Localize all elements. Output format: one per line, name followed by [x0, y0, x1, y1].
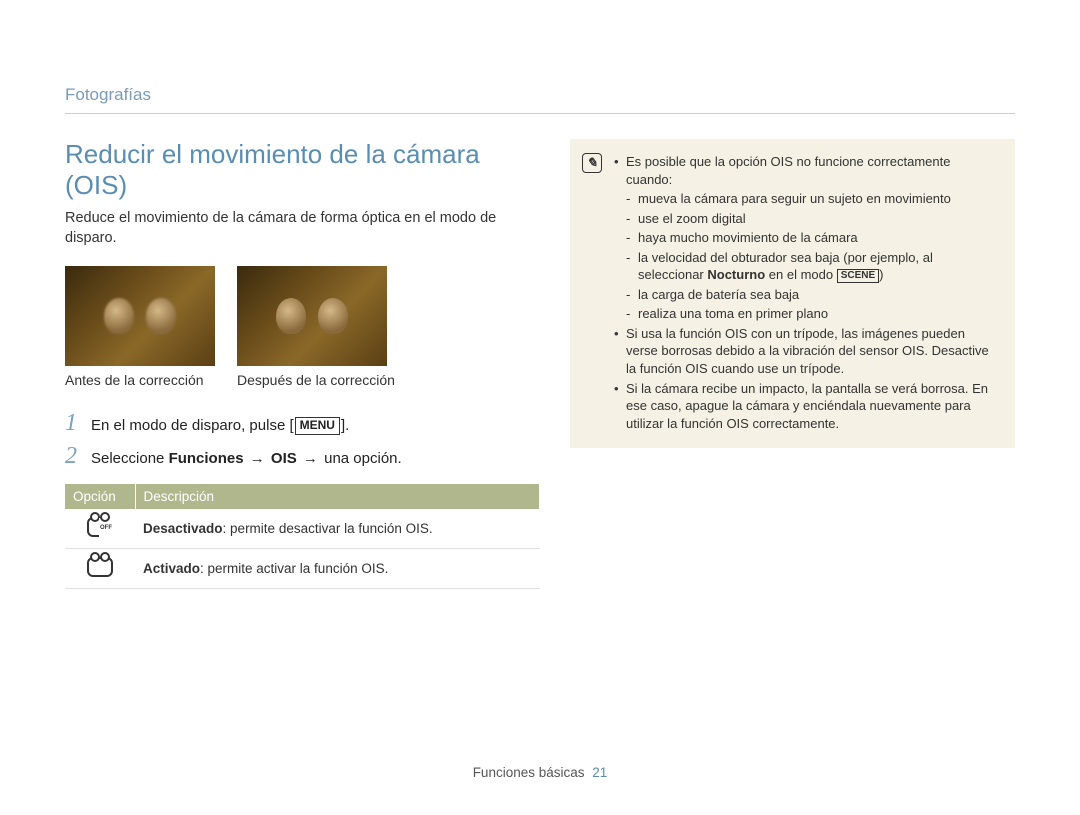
after-correction-image [237, 266, 387, 366]
sample-images-row: Antes de la corrección Después de la cor… [65, 266, 540, 388]
page-footer: Funciones básicas 21 [0, 765, 1080, 780]
th-option: Opción [65, 484, 135, 509]
sample-before: Antes de la corrección [65, 266, 215, 388]
before-label: Antes de la corrección [65, 372, 215, 388]
note-item: Si la cámara recibe un impacto, la panta… [614, 380, 999, 433]
note-subitem: haya mucho movimiento de la cámara [626, 229, 999, 247]
note-icon: ✎ [582, 153, 602, 173]
content-columns: Reducir el movimiento de la cámara (OIS)… [65, 139, 1015, 589]
step-number: 2 [65, 443, 81, 470]
menu-button-label: MENU [295, 417, 340, 435]
page-content: Fotografías Reducir el movimiento de la … [0, 0, 1080, 815]
ois-off-icon [87, 517, 113, 537]
ois-on-icon [87, 557, 113, 577]
after-label: Después de la corrección [237, 372, 395, 388]
note-subitem: la carga de batería sea baja [626, 286, 999, 304]
intro-text: Reduce el movimiento de la cámara de for… [65, 209, 540, 248]
note-subitem: use el zoom digital [626, 210, 999, 228]
right-column: ✎ Es posible que la opción OIS no funcio… [570, 139, 1015, 589]
step-number: 1 [65, 410, 81, 437]
note-item: Si usa la función OIS con un trípode, la… [614, 325, 999, 378]
desc-cell: Activado: permite activar la función OIS… [135, 549, 540, 589]
note-subitem: realiza una toma en primer plano [626, 305, 999, 323]
breadcrumb: Fotografías [65, 85, 1015, 114]
steps-list: 1 En el modo de disparo, pulse [MENU]. 2… [65, 410, 540, 470]
step-text: En el modo de disparo, pulse [MENU]. [91, 415, 349, 436]
step-2: 2 Seleccione Funciones → OIS → una opció… [65, 443, 540, 470]
options-table: Opción Descripción Desactivado: permite … [65, 484, 540, 589]
page-title: Reducir el movimiento de la cámara (OIS) [65, 139, 540, 201]
sample-after: Después de la corrección [237, 266, 395, 388]
th-description: Descripción [135, 484, 540, 509]
desc-cell: Desactivado: permite desactivar la funci… [135, 509, 540, 549]
left-column: Reducir el movimiento de la cámara (OIS)… [65, 139, 540, 589]
note-subitem: mueva la cámara para seguir un sujeto en… [626, 190, 999, 208]
scene-mode-label: SCENE [837, 269, 879, 283]
table-row: Activado: permite activar la función OIS… [65, 549, 540, 589]
table-row: Desactivado: permite desactivar la funci… [65, 509, 540, 549]
before-correction-image [65, 266, 215, 366]
note-box: ✎ Es posible que la opción OIS no funcio… [570, 139, 1015, 448]
note-item: Es posible que la opción OIS no funcione… [614, 153, 999, 323]
step-1: 1 En el modo de disparo, pulse [MENU]. [65, 410, 540, 437]
note-list: Es posible que la opción OIS no funcione… [614, 153, 999, 432]
note-subitem: la velocidad del obturador sea baja (por… [626, 249, 999, 284]
step-text: Seleccione Funciones → OIS → una opción. [91, 448, 402, 469]
